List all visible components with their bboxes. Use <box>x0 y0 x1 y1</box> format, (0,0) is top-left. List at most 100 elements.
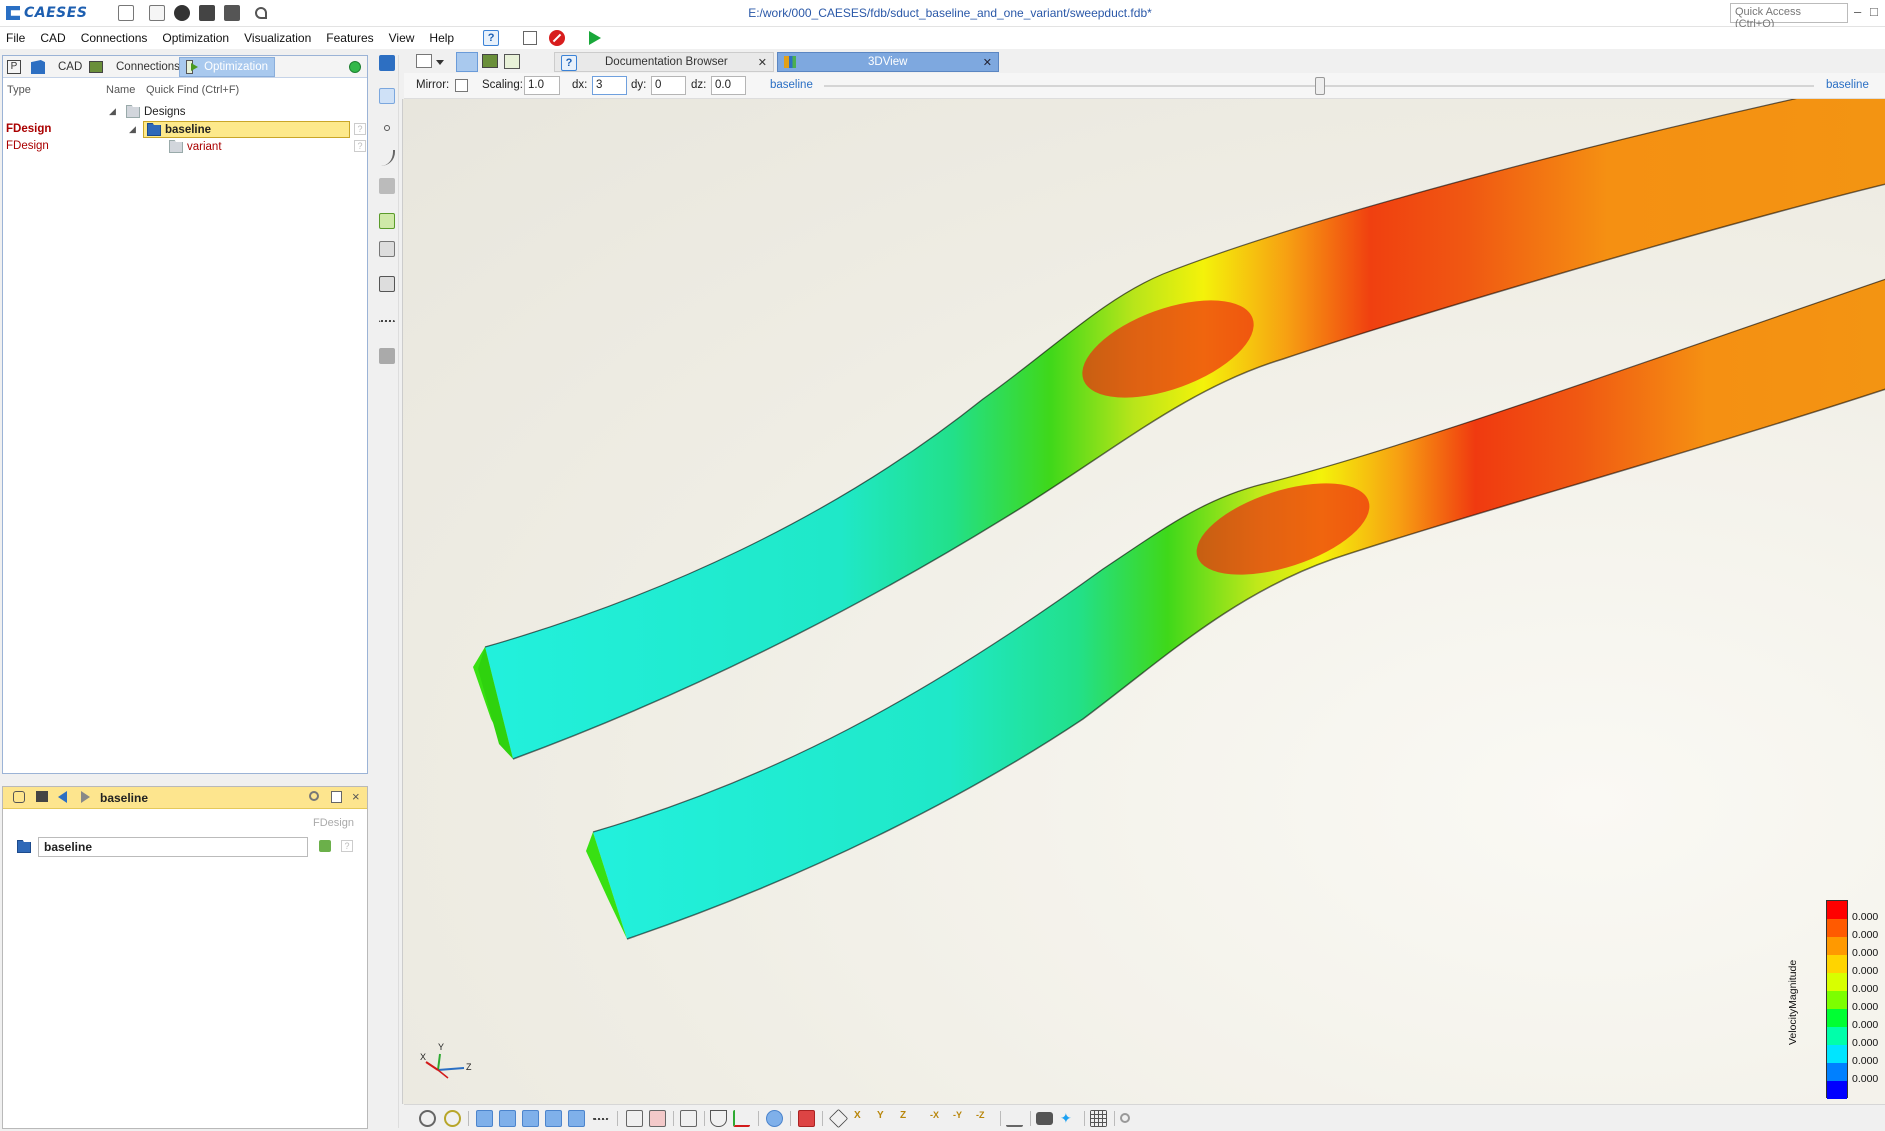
lock-icon[interactable] <box>319 840 331 852</box>
collapse-arrow-icon[interactable]: ◢ <box>109 106 116 117</box>
tab-cad[interactable]: CAD <box>25 57 88 77</box>
close-icon[interactable]: ✕ <box>758 56 767 69</box>
twitter-icon[interactable]: ✦ <box>1060 1110 1077 1127</box>
menu-features[interactable]: Features <box>326 31 382 45</box>
show-features-icon[interactable] <box>545 1110 562 1127</box>
save-icon[interactable] <box>199 5 215 21</box>
menu-view[interactable]: View <box>389 31 424 45</box>
copy-icon[interactable] <box>523 31 538 45</box>
view-x-icon[interactable]: X <box>854 1110 871 1127</box>
help-icon[interactable]: ? <box>354 140 366 152</box>
dimension-icon[interactable] <box>592 1118 609 1122</box>
mirror-checkbox[interactable] <box>455 79 468 92</box>
show-surfaces-icon[interactable] <box>522 1110 539 1127</box>
new-object-icon[interactable] <box>379 55 395 71</box>
menu-file[interactable]: File <box>6 31 34 45</box>
zoom-icon[interactable] <box>1120 1113 1130 1123</box>
point-icon[interactable] <box>384 125 390 131</box>
stop-icon[interactable] <box>549 30 566 46</box>
tree-row-variant[interactable]: FDesign variant ? <box>3 138 367 155</box>
tree-row-designs[interactable]: ◢ Designs <box>3 103 367 120</box>
tab-documentation-browser[interactable]: ? Documentation Browser ✕ <box>554 52 774 72</box>
dropdown-icon[interactable] <box>436 60 444 65</box>
copy-icon[interactable] <box>331 791 342 803</box>
tree-header: Type Name Quick Find (Ctrl+F) <box>3 82 367 100</box>
transform-icon[interactable] <box>379 276 395 292</box>
select-icon[interactable] <box>379 88 395 104</box>
section-icon[interactable] <box>626 1110 643 1127</box>
show-planes-icon[interactable] <box>568 1110 585 1127</box>
close-file-icon[interactable] <box>174 5 190 21</box>
layout-icon[interactable] <box>118 5 134 21</box>
tab-p[interactable]: P <box>5 57 23 77</box>
measure-icon[interactable] <box>379 320 395 324</box>
pin-icon[interactable] <box>13 791 25 803</box>
maximize-icon[interactable]: □ <box>1870 4 1878 19</box>
forward-arrow-icon[interactable] <box>81 791 90 803</box>
search-icon[interactable] <box>309 791 319 801</box>
collapse-arrow-icon[interactable]: ◢ <box>129 124 136 135</box>
show-curves-icon[interactable] <box>499 1110 516 1127</box>
legend-value: 0.000 <box>1852 1001 1879 1013</box>
help-icon[interactable]: ? <box>483 30 500 46</box>
undo-icon[interactable] <box>255 7 267 19</box>
dz-input[interactable]: 0.0 <box>711 76 746 95</box>
menu-optimization[interactable]: Optimization <box>162 31 238 45</box>
tab-optimization[interactable]: Optimization <box>179 57 275 77</box>
quick-find-input[interactable]: Quick Find (Ctrl+F) <box>146 84 239 96</box>
tab-connections[interactable]: Connections <box>83 57 186 77</box>
plane-icon[interactable] <box>379 241 395 257</box>
cube-view-icon[interactable] <box>828 1108 849 1129</box>
view-z-icon[interactable]: Z <box>900 1110 917 1127</box>
fit-view-icon[interactable] <box>1006 1110 1023 1127</box>
grid-view-icon[interactable] <box>680 1110 697 1127</box>
target-icon[interactable] <box>419 1110 436 1127</box>
surface-icon[interactable] <box>379 178 395 194</box>
help-icon[interactable]: ? <box>354 123 366 135</box>
tree-row-baseline[interactable]: FDesign ◢ baseline ? <box>3 121 367 138</box>
list-icon[interactable] <box>36 791 48 802</box>
view-neg-y-icon[interactable]: -Y <box>953 1110 970 1127</box>
view-neg-x-icon[interactable]: -X <box>930 1110 947 1127</box>
tab-3dview[interactable]: 3DView ✕ <box>777 52 999 72</box>
close-icon[interactable]: ✕ <box>983 56 992 69</box>
analysis-icon[interactable] <box>379 348 395 364</box>
connections-view-icon[interactable] <box>482 54 498 68</box>
object-name-field[interactable]: baseline <box>38 837 308 857</box>
run-icon[interactable] <box>589 31 602 45</box>
close-icon[interactable]: × <box>352 789 360 804</box>
menu-cad[interactable]: CAD <box>40 31 74 45</box>
grid-icon[interactable] <box>1090 1110 1107 1127</box>
dy-input[interactable]: 0 <box>651 76 686 95</box>
center-icon[interactable] <box>444 1110 461 1127</box>
view-neg-z-icon[interactable]: -Z <box>976 1110 993 1127</box>
minimize-icon[interactable]: – <box>1854 4 1861 19</box>
layout-toggle-icon[interactable] <box>416 54 432 68</box>
shield-icon[interactable] <box>710 1110 727 1127</box>
quick-access-input[interactable]: Quick Access (Ctrl+Q) <box>1730 3 1848 30</box>
curve-icon[interactable] <box>379 150 395 166</box>
variant-slider-thumb[interactable] <box>1315 77 1325 95</box>
open-folder-icon[interactable] <box>149 5 165 21</box>
menu-connections[interactable]: Connections <box>81 31 157 45</box>
dx-input[interactable]: 3 <box>592 76 627 95</box>
save-as-icon[interactable] <box>224 5 240 21</box>
axes-icon[interactable] <box>733 1110 750 1127</box>
info-icon[interactable] <box>766 1110 783 1127</box>
title-bar: CAESES E:/work/000_CAESES/fdb/sduct_base… <box>0 0 1885 30</box>
view-y-icon[interactable]: Y <box>877 1110 894 1127</box>
camera-icon[interactable] <box>1036 1112 1053 1125</box>
toolbox-icon[interactable] <box>798 1110 815 1127</box>
optimization-view-icon[interactable] <box>504 54 520 69</box>
feature-icon[interactable] <box>379 213 395 229</box>
help-icon[interactable]: ? <box>341 840 353 852</box>
menu-visualization[interactable]: Visualization <box>244 31 320 45</box>
back-arrow-icon[interactable] <box>58 791 67 803</box>
menu-help[interactable]: Help <box>429 31 463 45</box>
3d-viewport[interactable] <box>402 99 1885 1104</box>
show-points-icon[interactable] <box>476 1110 493 1127</box>
scaling-input[interactable]: 1.0 <box>524 76 560 95</box>
toolbar-separator <box>673 1111 674 1126</box>
cad-view-icon[interactable] <box>456 52 478 72</box>
clip-icon[interactable] <box>649 1110 666 1127</box>
